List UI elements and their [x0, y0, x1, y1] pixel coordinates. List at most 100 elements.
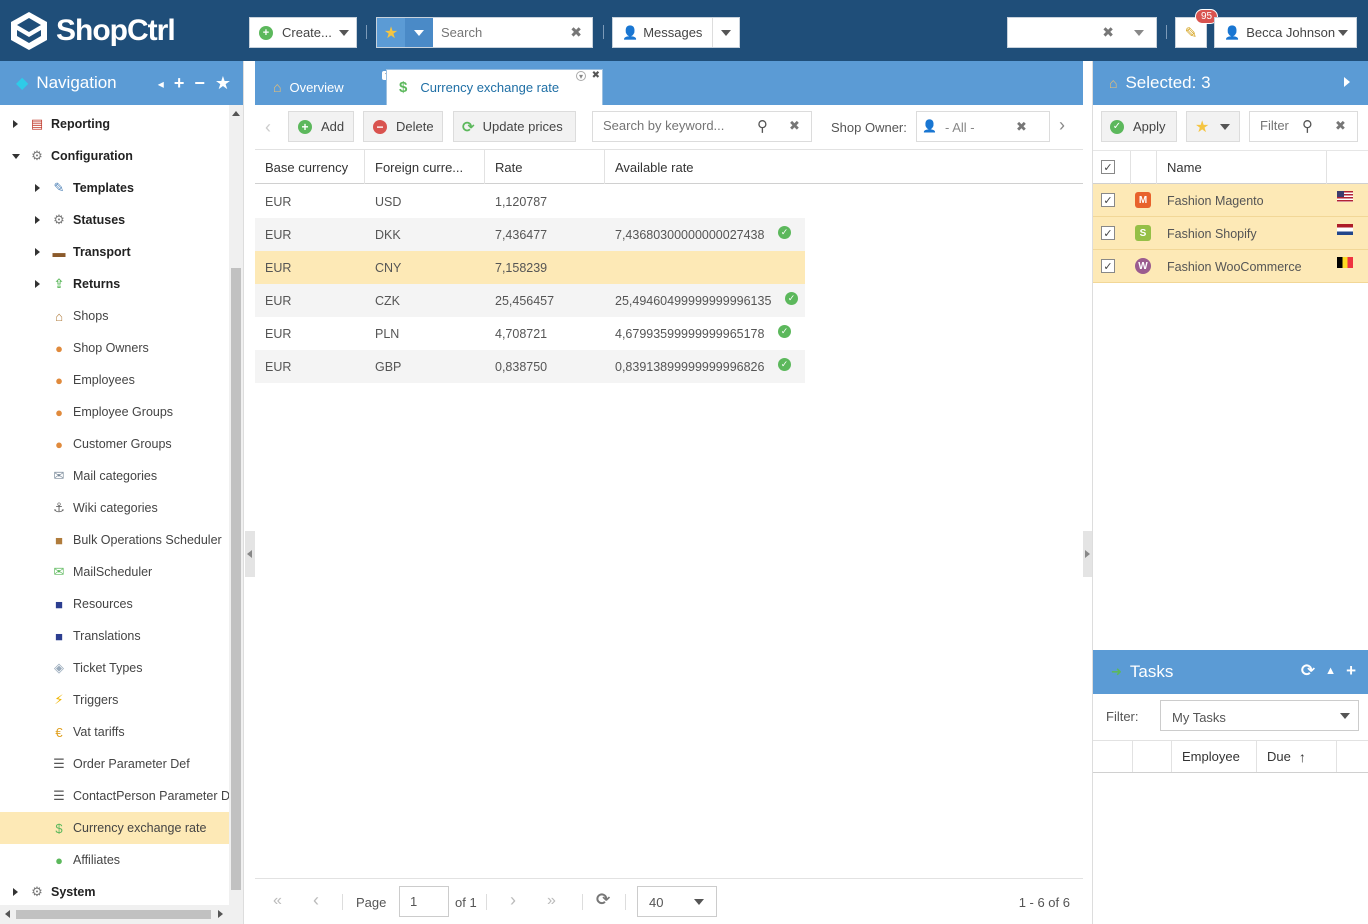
- keyword-search-input[interactable]: [603, 118, 748, 133]
- notifications-button[interactable]: ✎ 95: [1175, 9, 1219, 48]
- nav-item-customer-groups[interactable]: ● Customer Groups: [0, 428, 229, 460]
- delete-button[interactable]: − Delete: [363, 111, 443, 142]
- update-prices-button[interactable]: ⟳ Update prices: [453, 111, 576, 142]
- chevron-left-icon[interactable]: ‹: [265, 117, 271, 138]
- refresh-icon[interactable]: ⟳: [1301, 661, 1315, 681]
- column-header-available-rate[interactable]: Available rate: [605, 150, 1083, 184]
- nav-item-employees[interactable]: ● Employees: [0, 364, 229, 396]
- collapse-all-icon[interactable]: −: [194, 73, 205, 94]
- caret-right-icon[interactable]: [13, 120, 18, 128]
- caret-right-icon[interactable]: [35, 280, 40, 288]
- nav-item-translations[interactable]: ■ Translations: [0, 620, 229, 652]
- nav-item-templates[interactable]: ✎ Templates: [0, 172, 229, 204]
- nav-item-system[interactable]: ⚙ System: [0, 876, 229, 905]
- magnifier-icon[interactable]: ⚲: [757, 117, 768, 135]
- nav-item-configuration[interactable]: ⚙ Configuration: [0, 140, 229, 172]
- select-all-checkbox[interactable]: ✓: [1101, 160, 1115, 174]
- caret-right-icon[interactable]: [35, 184, 40, 192]
- row-checkbox[interactable]: ✓: [1101, 226, 1115, 240]
- list-item[interactable]: ✓ W Fashion WooCommerce: [1093, 250, 1368, 283]
- caret-right-icon[interactable]: [35, 216, 40, 224]
- nav-item-shop-owners[interactable]: ● Shop Owners: [0, 332, 229, 364]
- tasks-filter-select[interactable]: My Tasks: [1160, 700, 1359, 731]
- column-header-base-currency[interactable]: Base currency: [255, 150, 365, 184]
- row-checkbox[interactable]: ✓: [1101, 259, 1115, 273]
- favorites-button[interactable]: ★: [1186, 111, 1240, 142]
- list-item[interactable]: ✓ S Fashion Shopify: [1093, 217, 1368, 250]
- nav-item-transport[interactable]: ▬ Transport: [0, 236, 229, 268]
- global-search-input[interactable]: [441, 19, 571, 46]
- nav-item-mail-categories[interactable]: ✉ Mail categories: [0, 460, 229, 492]
- nav-item-currency-exchange-rate[interactable]: $ Currency exchange rate: [0, 812, 229, 844]
- clear-owner-icon[interactable]: ✖: [1016, 119, 1027, 135]
- apply-button[interactable]: ✓ Apply: [1101, 111, 1177, 142]
- column-header-rate[interactable]: Rate: [485, 150, 605, 184]
- nav-item-wiki-categories[interactable]: ⚓ Wiki categories: [0, 492, 229, 524]
- clear-filter-icon[interactable]: ✖: [1335, 118, 1346, 134]
- add-task-icon[interactable]: +: [1346, 661, 1356, 681]
- nav-item-reporting[interactable]: ▤ Reporting: [0, 108, 229, 140]
- collapse-up-icon[interactable]: ▲: [1325, 665, 1336, 677]
- nav-item-affiliates[interactable]: ● Affiliates: [0, 844, 229, 876]
- collapse-arrow-icon[interactable]: [1085, 550, 1090, 558]
- collapse-right-icon[interactable]: [1344, 77, 1350, 87]
- table-row[interactable]: EUR GBP 0,838750 0,83913899999999996826 ✓: [255, 350, 805, 383]
- tab-currency-exchange-rate[interactable]: $ Currency exchange rate ▾ ✖: [386, 69, 603, 105]
- refresh-icon[interactable]: ⟳: [596, 890, 610, 910]
- table-row[interactable]: EUR PLN 4,708721 4,67993599999999965178 ✓: [255, 317, 805, 350]
- nav-item-order-parameter-def[interactable]: ☰ Order Parameter Def: [0, 748, 229, 780]
- favorite-star-icon[interactable]: ★: [215, 73, 231, 94]
- caret-right-icon[interactable]: [35, 248, 40, 256]
- splitter-grip[interactable]: [1083, 531, 1092, 577]
- add-button[interactable]: + Add: [288, 111, 354, 142]
- column-header-employee[interactable]: Employee: [1172, 741, 1257, 772]
- scroll-thumb[interactable]: [16, 910, 211, 919]
- collapse-left-icon[interactable]: ◂: [158, 77, 164, 91]
- close-tab-icon[interactable]: ✖: [592, 70, 600, 81]
- first-page-icon[interactable]: «: [273, 892, 282, 910]
- magnifier-icon[interactable]: ⚲: [1302, 117, 1313, 135]
- expand-all-icon[interactable]: +: [174, 73, 185, 94]
- nav-item-ticket-types[interactable]: ◈ Ticket Types: [0, 652, 229, 684]
- table-row[interactable]: EUR CZK 25,456457 25,49460499999999996135 ✓: [255, 284, 805, 317]
- user-menu-button[interactable]: 👤 Becca Johnson: [1214, 17, 1357, 48]
- table-row[interactable]: EUR CNY 7,158239: [255, 251, 805, 284]
- page-size-select[interactable]: 40: [637, 886, 717, 917]
- scroll-up-icon[interactable]: [232, 111, 240, 116]
- nav-item-triggers[interactable]: ⚡ Triggers: [0, 684, 229, 716]
- splitter-grip[interactable]: [245, 531, 255, 577]
- nav-horizontal-scrollbar[interactable]: [0, 905, 243, 924]
- tab-overview[interactable]: ⌂ Overview: [273, 69, 393, 105]
- nav-item-contactperson-parameter-def[interactable]: ☰ ContactPerson Parameter Def: [0, 780, 229, 812]
- clear-search-icon[interactable]: ✖: [789, 118, 800, 134]
- shop-owner-select[interactable]: 👤 - All - ✖: [916, 111, 1050, 142]
- last-page-icon[interactable]: »: [547, 892, 556, 910]
- nav-item-vat-tariffs[interactable]: € Vat tariffs: [0, 716, 229, 748]
- clear-select-icon[interactable]: ✖: [1102, 24, 1114, 41]
- scroll-right-icon[interactable]: [218, 910, 223, 918]
- row-checkbox[interactable]: ✓: [1101, 193, 1115, 207]
- nav-item-bulk-operations-scheduler[interactable]: ■ Bulk Operations Scheduler: [0, 524, 229, 556]
- column-header-foreign-currency[interactable]: Foreign curre...: [365, 150, 485, 184]
- nav-item-returns[interactable]: ⇪ Returns: [0, 268, 229, 300]
- messages-button[interactable]: 👤 Messages: [612, 17, 740, 48]
- tab-menu-icon[interactable]: ▾: [576, 71, 586, 81]
- favorites-dropdown-icon[interactable]: [405, 18, 433, 47]
- caret-down-icon[interactable]: [12, 154, 20, 159]
- next-page-icon[interactable]: ›: [510, 890, 516, 911]
- prev-page-icon[interactable]: ‹: [313, 890, 319, 911]
- selected-filter-input[interactable]: [1260, 118, 1296, 133]
- star-icon[interactable]: ★: [377, 18, 405, 47]
- nav-item-mailscheduler[interactable]: ✉ MailScheduler: [0, 556, 229, 588]
- column-header-name[interactable]: Name: [1157, 151, 1327, 184]
- nav-item-shops[interactable]: ⌂ Shops: [0, 300, 229, 332]
- table-row[interactable]: EUR USD 1,120787: [255, 185, 805, 218]
- nav-item-employee-groups[interactable]: ● Employee Groups: [0, 396, 229, 428]
- nav-item-resources[interactable]: ■ Resources: [0, 588, 229, 620]
- column-header-due[interactable]: Due ↑: [1257, 741, 1337, 772]
- list-item[interactable]: ✓ M Fashion Magento: [1093, 184, 1368, 217]
- shop-select[interactable]: ✖: [1007, 17, 1157, 48]
- collapse-arrow-icon[interactable]: [247, 550, 252, 558]
- page-number-input[interactable]: [399, 886, 449, 917]
- caret-right-icon[interactable]: [13, 888, 18, 896]
